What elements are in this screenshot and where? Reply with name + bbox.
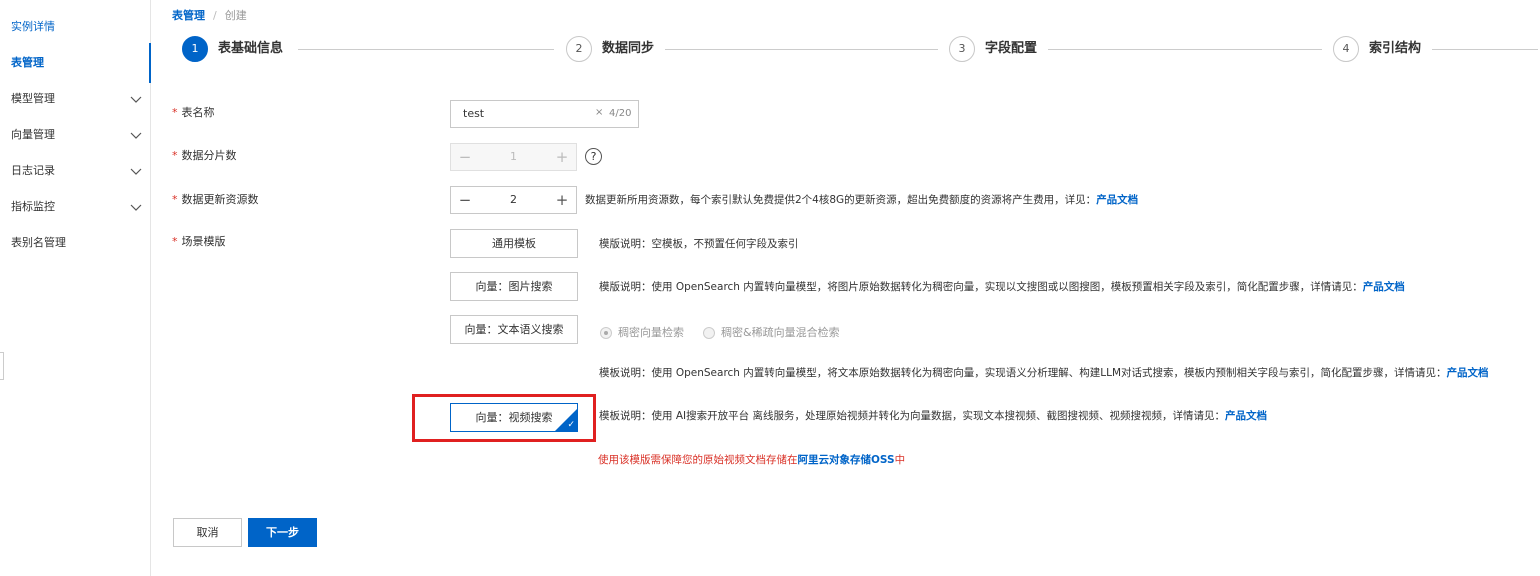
shards-stepper: − 1 + bbox=[450, 143, 577, 171]
step-connector bbox=[665, 49, 938, 50]
product-doc-link[interactable]: 产品文档 bbox=[1447, 367, 1489, 379]
step-connector bbox=[1432, 49, 1538, 50]
sidebar-collapse-handle[interactable] bbox=[0, 352, 4, 380]
sidebar-item-label: 模型管理 bbox=[11, 92, 55, 105]
template-text-semantic-description: 模板说明：使用 OpenSearch 内置转向量模型，将文本原始数据转化为稠密向… bbox=[599, 365, 1489, 381]
table-name-value: test bbox=[463, 107, 485, 120]
step-number: 1 bbox=[182, 36, 208, 62]
template-label: * 场景模版 bbox=[172, 234, 226, 250]
oss-warning: 使用该模版需保障您的原始视频文档存储在阿里云对象存储OSS中 bbox=[598, 452, 905, 468]
radio-button bbox=[703, 327, 715, 339]
step-number: 2 bbox=[566, 36, 592, 62]
table-name-label: * 表名称 bbox=[172, 105, 215, 121]
sidebar-item-logs[interactable]: 日志记录 bbox=[0, 161, 150, 181]
template-image-search-description-text: 模版说明：使用 OpenSearch 内置转向量模型，将图片原始数据转化为稠密向… bbox=[599, 281, 1363, 293]
required-mark: * bbox=[172, 106, 178, 119]
radio-label: 稠密向量检索 bbox=[618, 326, 684, 339]
resources-label-text: 数据更新资源数 bbox=[181, 193, 259, 206]
step-connector bbox=[1048, 49, 1322, 50]
template-text-semantic-button[interactable]: 向量：文本语义搜索 bbox=[450, 315, 578, 344]
step-label: 数据同步 bbox=[602, 41, 655, 56]
oss-warning-suffix: 中 bbox=[894, 454, 906, 466]
shards-value: 1 bbox=[510, 150, 517, 163]
sidebar-item-label: 日志记录 bbox=[11, 164, 55, 177]
chevron-down-icon bbox=[130, 96, 142, 103]
step-label: 索引结构 bbox=[1369, 41, 1422, 56]
next-step-button[interactable]: 下一步 bbox=[248, 518, 317, 547]
sidebar-item-label: 表别名管理 bbox=[11, 236, 66, 249]
required-mark: * bbox=[172, 149, 178, 162]
template-video-search-description-text: 模板说明：使用 AI搜索开放平台 离线服务，处理原始视频并转化为向量数据，实现文… bbox=[599, 410, 1225, 422]
sidebar-item-table-management[interactable]: 表管理 bbox=[0, 43, 151, 83]
required-mark: * bbox=[172, 193, 178, 206]
sidebar-item-table-alias[interactable]: 表别名管理 bbox=[0, 233, 150, 253]
sidebar-item-label: 指标监控 bbox=[11, 200, 55, 213]
sidebar-item-label: 向量管理 bbox=[11, 128, 55, 141]
template-image-search-description: 模版说明：使用 OpenSearch 内置转向量模型，将图片原始数据转化为稠密向… bbox=[599, 279, 1405, 295]
template-video-search-description: 模板说明：使用 AI搜索开放平台 离线服务，处理原始视频并转化为向量数据，实现文… bbox=[599, 408, 1267, 424]
product-doc-link[interactable]: 产品文档 bbox=[1363, 281, 1405, 293]
chevron-down-icon bbox=[130, 204, 142, 211]
template-image-search-button[interactable]: 向量：图片搜索 bbox=[450, 272, 578, 301]
decrement-button: − bbox=[458, 148, 472, 166]
template-general-button[interactable]: 通用模板 bbox=[450, 229, 578, 258]
decrement-button[interactable]: − bbox=[451, 187, 479, 213]
increment-button: + bbox=[555, 148, 569, 166]
oss-link[interactable]: 阿里云对象存储OSS bbox=[798, 454, 895, 466]
resources-stepper[interactable]: − 2 + bbox=[450, 186, 577, 214]
step-label: 表基础信息 bbox=[218, 41, 284, 56]
highlight-annotation bbox=[412, 394, 596, 442]
template-label-text: 场景模版 bbox=[181, 235, 226, 248]
shards-label: * 数据分片数 bbox=[172, 148, 237, 164]
template-general-description: 模版说明：空模板，不预置任何字段及索引 bbox=[599, 236, 799, 252]
step-connector bbox=[298, 49, 554, 50]
resources-description-text: 数据更新所用资源数，每个索引默认免费提供2个4核8G的更新资源，超出免费额度的资… bbox=[585, 194, 1097, 206]
sidebar-item-instance-detail[interactable]: 实例详情 bbox=[0, 17, 150, 37]
step-label: 字段配置 bbox=[985, 41, 1038, 56]
sidebar-item-label: 表管理 bbox=[11, 56, 44, 69]
help-icon[interactable]: ? bbox=[585, 148, 602, 165]
radio-label: 稠密&稀疏向量混合检索 bbox=[721, 326, 840, 339]
increment-button[interactable]: + bbox=[548, 187, 576, 213]
resources-description: 数据更新所用资源数，每个索引默认免费提供2个4核8G的更新资源，超出免费额度的资… bbox=[585, 192, 1138, 208]
chevron-down-icon bbox=[130, 132, 142, 139]
sidebar-item-model-management[interactable]: 模型管理 bbox=[0, 89, 150, 109]
char-count: 4/20 bbox=[609, 108, 632, 119]
breadcrumb-root[interactable]: 表管理 bbox=[172, 9, 205, 22]
breadcrumb-current: 创建 bbox=[224, 9, 247, 22]
oss-warning-text: 使用该模版需保障您的原始视频文档存储在 bbox=[598, 454, 798, 466]
table-name-label-text: 表名称 bbox=[181, 106, 215, 119]
breadcrumb-separator: / bbox=[213, 9, 217, 22]
sidebar-item-metrics[interactable]: 指标监控 bbox=[0, 197, 150, 217]
resources-value[interactable]: 2 bbox=[479, 187, 548, 213]
table-name-input[interactable]: test × 4/20 bbox=[450, 100, 639, 128]
breadcrumb: 表管理 / 创建 bbox=[172, 8, 247, 24]
template-general-description-text: 模版说明：空模板，不预置任何字段及索引 bbox=[599, 238, 799, 250]
sidebar: 实例详情 表管理 模型管理 向量管理 日志记录 指标监控 表别名管理 bbox=[0, 0, 151, 576]
chevron-down-icon bbox=[130, 168, 142, 175]
clear-icon[interactable]: × bbox=[595, 107, 603, 118]
template-text-semantic-description-text: 模板说明：使用 OpenSearch 内置转向量模型，将文本原始数据转化为稠密向… bbox=[599, 367, 1447, 379]
product-doc-link[interactable]: 产品文档 bbox=[1225, 410, 1267, 422]
sidebar-item-vector-management[interactable]: 向量管理 bbox=[0, 125, 150, 145]
step-number: 3 bbox=[949, 36, 975, 62]
radio-button bbox=[600, 327, 612, 339]
required-mark: * bbox=[172, 235, 178, 248]
cancel-button[interactable]: 取消 bbox=[173, 518, 242, 547]
shards-label-text: 数据分片数 bbox=[181, 149, 237, 162]
sidebar-item-label: 实例详情 bbox=[11, 20, 55, 33]
resources-label: * 数据更新资源数 bbox=[172, 192, 259, 208]
step-number: 4 bbox=[1333, 36, 1359, 62]
product-doc-link[interactable]: 产品文档 bbox=[1096, 194, 1138, 206]
